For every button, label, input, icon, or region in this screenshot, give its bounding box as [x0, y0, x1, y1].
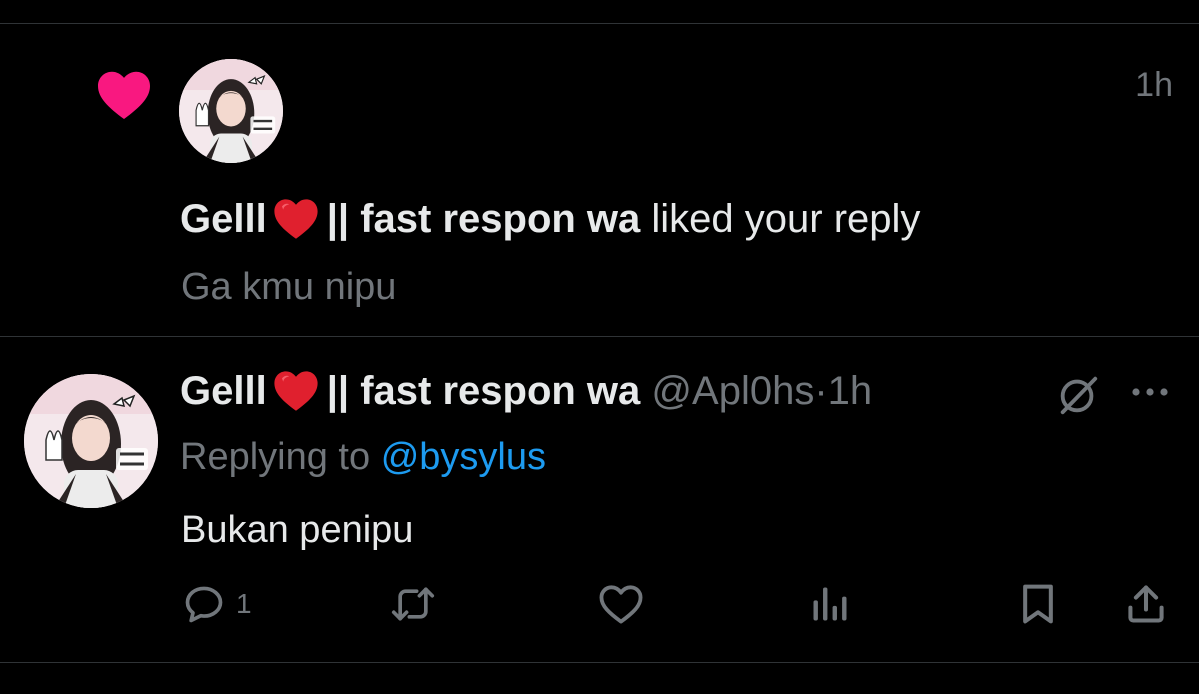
- views-chart-icon: [813, 587, 847, 621]
- avatar-image: [179, 59, 283, 163]
- tweet-header: Gelll || fast respon wa @Apl0hs·1h: [180, 365, 872, 417]
- like-heart-icon: [599, 585, 643, 624]
- avatar[interactable]: [179, 59, 283, 163]
- retweet-icon: [391, 587, 435, 621]
- tweet-text: Bukan penipu: [181, 509, 414, 551]
- display-name-suffix[interactable]: || fast respon wa: [327, 369, 641, 413]
- red-heart-emoji-icon: [274, 199, 318, 239]
- avatar[interactable]: [24, 374, 158, 508]
- replying-to-label: Replying to: [180, 436, 371, 478]
- notification-user-name[interactable]: Gelll: [180, 197, 267, 241]
- top-divider: [0, 23, 1199, 24]
- grok-icon[interactable]: [1055, 372, 1101, 418]
- more-options-icon[interactable]: [1128, 380, 1172, 404]
- reply-count: 1: [236, 588, 252, 619]
- tweet-timestamp[interactable]: 1h: [828, 369, 873, 413]
- notification-timestamp: 1h: [1135, 66, 1173, 104]
- share-icon: [1128, 585, 1164, 623]
- notification-action-text: liked your reply: [651, 197, 921, 241]
- heart-icon: [98, 71, 150, 120]
- replying-to-handle[interactable]: @bysylus: [381, 436, 546, 478]
- retweet-button[interactable]: [388, 582, 438, 626]
- card-divider: [0, 336, 1199, 337]
- avatar-image: [24, 374, 158, 508]
- header-separator: ·: [814, 369, 828, 413]
- bottom-divider: [0, 662, 1199, 663]
- reply-icon: [185, 586, 223, 623]
- user-handle[interactable]: @Apl0hs: [651, 369, 814, 413]
- notification-text: Gelll || fast respon wa liked your reply: [180, 193, 920, 245]
- bookmark-button[interactable]: [1018, 582, 1058, 626]
- like-button[interactable]: [598, 582, 644, 626]
- display-name[interactable]: Gelll: [180, 369, 267, 413]
- reply-button[interactable]: 1: [182, 582, 252, 626]
- notification-user-name-suffix[interactable]: || fast respon wa: [327, 197, 641, 241]
- views-button[interactable]: [808, 582, 852, 626]
- notification-preview-text: Ga kmu nipu: [181, 266, 397, 308]
- replying-to: Replying to @bysylus: [180, 433, 546, 481]
- bookmark-icon: [1023, 584, 1053, 624]
- red-heart-emoji-icon: [274, 371, 318, 411]
- share-button[interactable]: [1124, 582, 1168, 626]
